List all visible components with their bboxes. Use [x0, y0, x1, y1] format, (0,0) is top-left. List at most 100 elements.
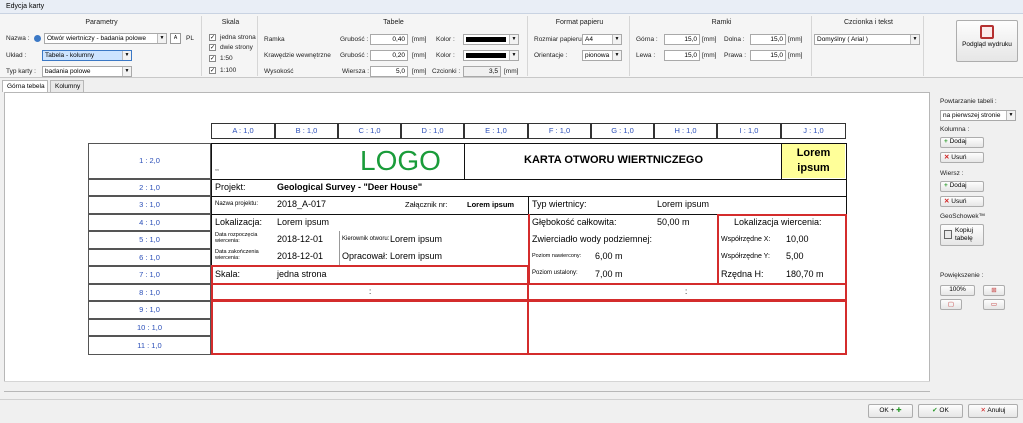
czcionka-value: Domyślny ( Arial ) [817, 36, 868, 43]
czcionka-select[interactable]: Domyślny ( Arial ) ▼ [814, 34, 920, 45]
czcionki-input[interactable]: 3,5 [463, 66, 501, 77]
anuluj-button[interactable]: ✕ Anuluj [968, 404, 1018, 418]
typ-karty-select[interactable]: badania polowe ▼ [42, 66, 132, 77]
skala-checkbox-4[interactable]: ✓ [209, 67, 216, 74]
column-header[interactable]: C : 1,0 [338, 123, 401, 139]
typ-karty-value: badania polowe [45, 68, 91, 75]
wiersza-input[interactable]: 5,0 [370, 66, 408, 77]
column-header[interactable]: E : 1,0 [464, 123, 528, 139]
lewa-unit: [mm] [702, 52, 717, 59]
row-header[interactable]: 9 : 1,0 [88, 301, 211, 319]
red-frame-skala [211, 265, 529, 285]
printer-icon [980, 25, 994, 39]
row-header[interactable]: 6 : 1,0 [88, 249, 211, 266]
powiekszenie-label: Powiększenie : [940, 272, 984, 279]
gora-input[interactable]: 15,0 [664, 34, 700, 45]
row-header[interactable]: 10 : 1,0 [88, 319, 211, 336]
wiersz-usun-button[interactable]: ✕ Usuń [940, 196, 984, 207]
prawa-unit: [mm] [788, 52, 803, 59]
nazwa-projektu-value: 2018_A-017 [277, 199, 327, 209]
kolumna-dodaj-button[interactable]: + Dodaj [940, 137, 984, 148]
lokalizacja-label: Lokalizacja: [215, 217, 263, 227]
dialog-footer: OK + ✚ ✔ OK ✕ Anuluj [0, 399, 1023, 423]
uklad-select[interactable]: Tabela - kolumny ▼ [42, 50, 132, 61]
dodaj-label: Dodaj [949, 138, 967, 145]
column-header[interactable]: A : 1,0 [211, 123, 275, 139]
plus-icon: + [944, 182, 948, 189]
nazwa-select[interactable]: Otwór wiertniczy - badania polowe ▼ [44, 33, 167, 44]
zoom-100-button[interactable]: 100% [940, 285, 975, 296]
row-header[interactable]: 11 : 1,0 [88, 336, 211, 355]
table-line [464, 143, 465, 179]
row-header[interactable]: 8 : 1,0 [88, 284, 211, 301]
skala-checkbox-3[interactable]: ✓ [209, 55, 216, 62]
poziom-ust-label: Poziom ustalony: [532, 270, 578, 276]
row-header[interactable]: 1 : 2,0 [88, 143, 211, 179]
row-header[interactable]: 4 : 1,0 [88, 214, 211, 231]
card-title: KARTA OTWORU WIERTNICZEGO [524, 154, 704, 166]
nazwa-label: Nazwa : [6, 35, 30, 42]
table-line [211, 196, 847, 197]
grubosc-input-2[interactable]: 0,20 [370, 50, 408, 61]
column-header[interactable]: I : 1,0 [717, 123, 781, 139]
ok-plus-button[interactable]: OK + ✚ [868, 404, 913, 418]
dodaj-label: Dodaj [949, 182, 967, 189]
column-header[interactable]: B : 1,0 [275, 123, 338, 139]
lewa-input[interactable]: 15,0 [664, 50, 700, 61]
table-canvas: A : 1,0 B : 1,0 C : 1,0 D : 1,0 E : 1,0 … [4, 92, 930, 392]
row-header[interactable]: 5 : 1,0 [88, 231, 211, 249]
zoom-page-icon[interactable]: ▢ [940, 299, 962, 310]
globe-icon [34, 35, 41, 42]
kolumna-usun-button[interactable]: ✕ Usuń [940, 152, 984, 163]
horizontal-scrollbar[interactable] [4, 381, 930, 391]
tabele-group: Tabele Ramka Krawędzie wewnętrzne Wysoko… [260, 16, 528, 77]
orientacja-select[interactable]: pionowa ▼ [582, 50, 622, 61]
skala-checkbox-1[interactable]: ✓ [209, 34, 216, 41]
column-header[interactable]: D : 1,0 [401, 123, 464, 139]
projekt-label: Projekt: [215, 182, 246, 192]
zoom-width-icon[interactable]: ▭ [983, 299, 1005, 310]
column-header[interactable]: J : 1,0 [781, 123, 846, 139]
pl-label: PL [186, 35, 194, 42]
skala-label-4: 1:100 [220, 67, 237, 74]
opracowal-value: Lorem ipsum [390, 251, 443, 261]
close-icon: ✕ [944, 198, 950, 205]
tab-kolumny[interactable]: Kolumny [50, 80, 84, 92]
prawa-input[interactable]: 15,0 [750, 50, 786, 61]
rozmiar-select[interactable]: A4 ▼ [582, 34, 622, 45]
skala-title: Skala [221, 19, 240, 26]
ribbon-toolbar: Parametry Nazwa : Otwór wiertniczy - bad… [0, 14, 1023, 78]
projekt-value: Geological Survey - "Deer House" [277, 182, 423, 192]
window-title: Edycja karty [0, 0, 1023, 14]
row-header[interactable]: 3 : 1,0 [88, 196, 211, 214]
row-header[interactable]: 7 : 1,0 [88, 266, 211, 284]
gora-unit: [mm] [702, 36, 717, 43]
skala-checkbox-2[interactable]: ✓ [209, 44, 216, 51]
wiersz-dodaj-button[interactable]: + Dodaj [940, 181, 984, 192]
kolor-select-2[interactable]: ▼ [463, 50, 519, 61]
tab-gorna-tabela[interactable]: Górna tebela [2, 80, 48, 92]
podglad-wydruku-button[interactable]: Podgląd wydruku [956, 20, 1018, 62]
kolor-select-1[interactable]: ▼ [463, 34, 519, 45]
grubosc-input-1[interactable]: 0,40 [370, 34, 408, 45]
column-header[interactable]: G : 1,0 [591, 123, 654, 139]
red-frame-bottom-left [211, 300, 529, 355]
column-header[interactable]: H : 1,0 [654, 123, 717, 139]
language-icon[interactable]: A [170, 33, 181, 44]
kopiuj-tabele-button[interactable]: Kopiuj tabelę [940, 224, 984, 246]
orientacja-label: Orientacje : [534, 52, 568, 59]
zoom-fit-icon[interactable]: ⊞ [983, 285, 1005, 296]
column-header[interactable]: F : 1,0 [528, 123, 591, 139]
parametry-group: Parametry Nazwa : Otwór wiertniczy - bad… [2, 16, 202, 77]
powtarzanie-select[interactable]: na pierwszej stronie ▼ [940, 110, 1016, 121]
geoschowek-label: GeoSchowek™ [940, 213, 986, 220]
small-mark: ,, [215, 165, 219, 172]
red-frame-lokalizacja [717, 214, 847, 285]
ok-button[interactable]: ✔ OK [918, 404, 963, 418]
dolna-input[interactable]: 15,0 [750, 34, 786, 45]
row-header[interactable]: 2 : 1,0 [88, 179, 211, 196]
color-swatch [466, 37, 506, 42]
typ-wiertnicy-label: Typ wiertnicy: [532, 199, 587, 209]
prawa-label: Prawa : [724, 52, 747, 59]
table-line [528, 196, 529, 214]
